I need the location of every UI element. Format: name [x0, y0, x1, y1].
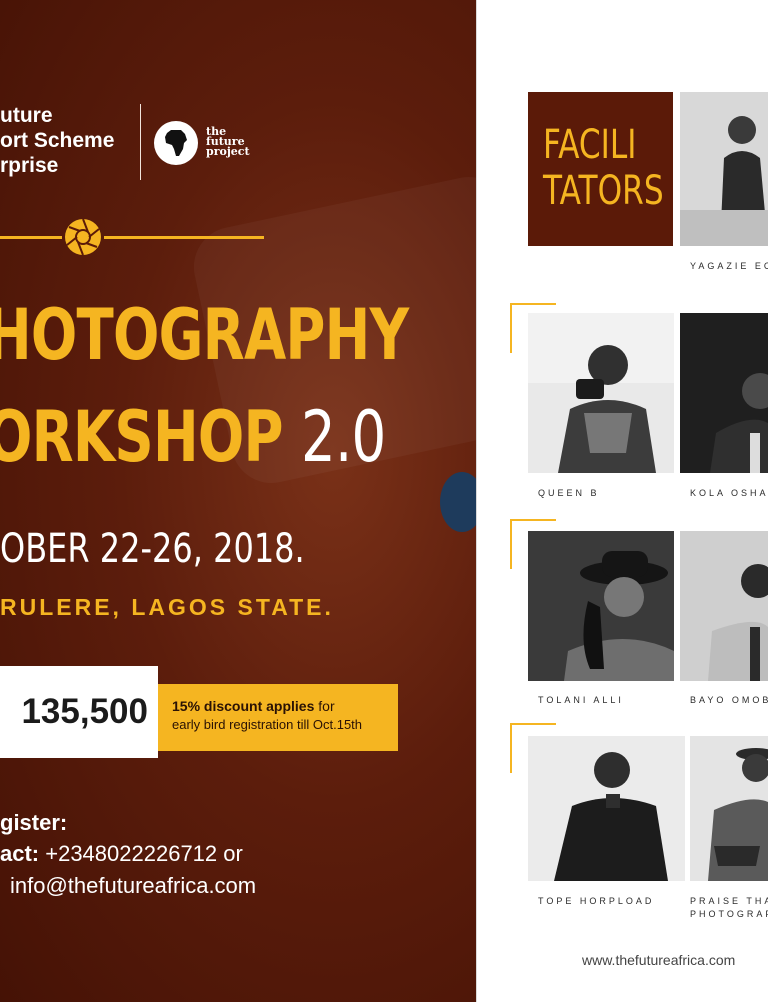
facilitator-photo-yagazie [680, 92, 768, 246]
camera-shutter-icon [63, 217, 103, 257]
facilitators-heading-box: FACILI TATORS [528, 92, 673, 246]
facilitator-photo-kola [680, 313, 768, 473]
facilitator-photo-queen-b [528, 313, 674, 473]
discount-line2: early bird registration till Oct.15th [172, 717, 363, 732]
facilitator-photo-tolani [528, 531, 674, 681]
caption-kola: KOLA OSHAL [690, 488, 768, 498]
facilitator-photo-bayo [680, 531, 768, 681]
divider-line-right [104, 236, 264, 239]
footer-website-link[interactable]: www.thefutureafrica.com [582, 952, 735, 968]
discount-box: 15% discount applies for early bird regi… [158, 684, 398, 751]
register-email[interactable]: info@thefutureafrica.com [10, 873, 256, 899]
caption-tope: TOPE HORPLOAD [538, 896, 655, 906]
brand-divider [140, 104, 141, 180]
price-value: 135,500 [21, 692, 148, 731]
divider-line-left [0, 236, 62, 239]
brand-name-line3: rprise [0, 154, 59, 177]
brand-name-line1: uture [0, 104, 53, 127]
caption-yagazie: YAGAZIE EC [690, 261, 768, 271]
facilitator-photo-tope [528, 736, 685, 881]
partner-name-line3: project [206, 145, 250, 158]
caption-praise-line1: PRAISE THAT [690, 896, 768, 906]
caption-bayo: BAYO OMOBO [690, 695, 768, 705]
partner-logo-text: the future project [206, 126, 266, 158]
poster-left-panel: uture ort Scheme rprise the future proje… [0, 0, 476, 1002]
event-date: OBER 22-26, 2018. [0, 526, 305, 572]
facilitators-heading-line1: FACILI [543, 122, 637, 168]
event-venue: RULERE, LAGOS STATE. [0, 594, 334, 620]
price-box: 135,500 [0, 666, 158, 758]
contact-phone[interactable]: +2348022226712 or [39, 841, 243, 866]
facilitator-photo-praise [690, 736, 768, 881]
register-heading: gister: [0, 810, 68, 835]
caption-praise-line2: PHOTOGRAPI [690, 909, 768, 919]
title-workshop: ORKSHOP [0, 396, 284, 478]
title-version: 2.0 [300, 396, 386, 478]
contact-label: act: [0, 841, 40, 866]
discount-suffix: for [314, 698, 335, 714]
brand-name-line2: ort Scheme [0, 129, 115, 152]
discount-line1: 15% discount applies for [172, 698, 384, 714]
discount-highlight: 15% discount applies [172, 698, 315, 714]
register-contact: act: +2348022226712 or [0, 841, 243, 867]
caption-queen-b: QUEEN B [538, 488, 600, 498]
title-line2: ORKSHOP 2.0 [0, 402, 386, 472]
africa-map-icon [154, 121, 198, 165]
title-line1: HOTOGRAPHY [0, 294, 409, 376]
facilitators-heading-line2: TATORS [543, 168, 664, 214]
caption-tolani: TOLANI ALLI [538, 695, 624, 705]
